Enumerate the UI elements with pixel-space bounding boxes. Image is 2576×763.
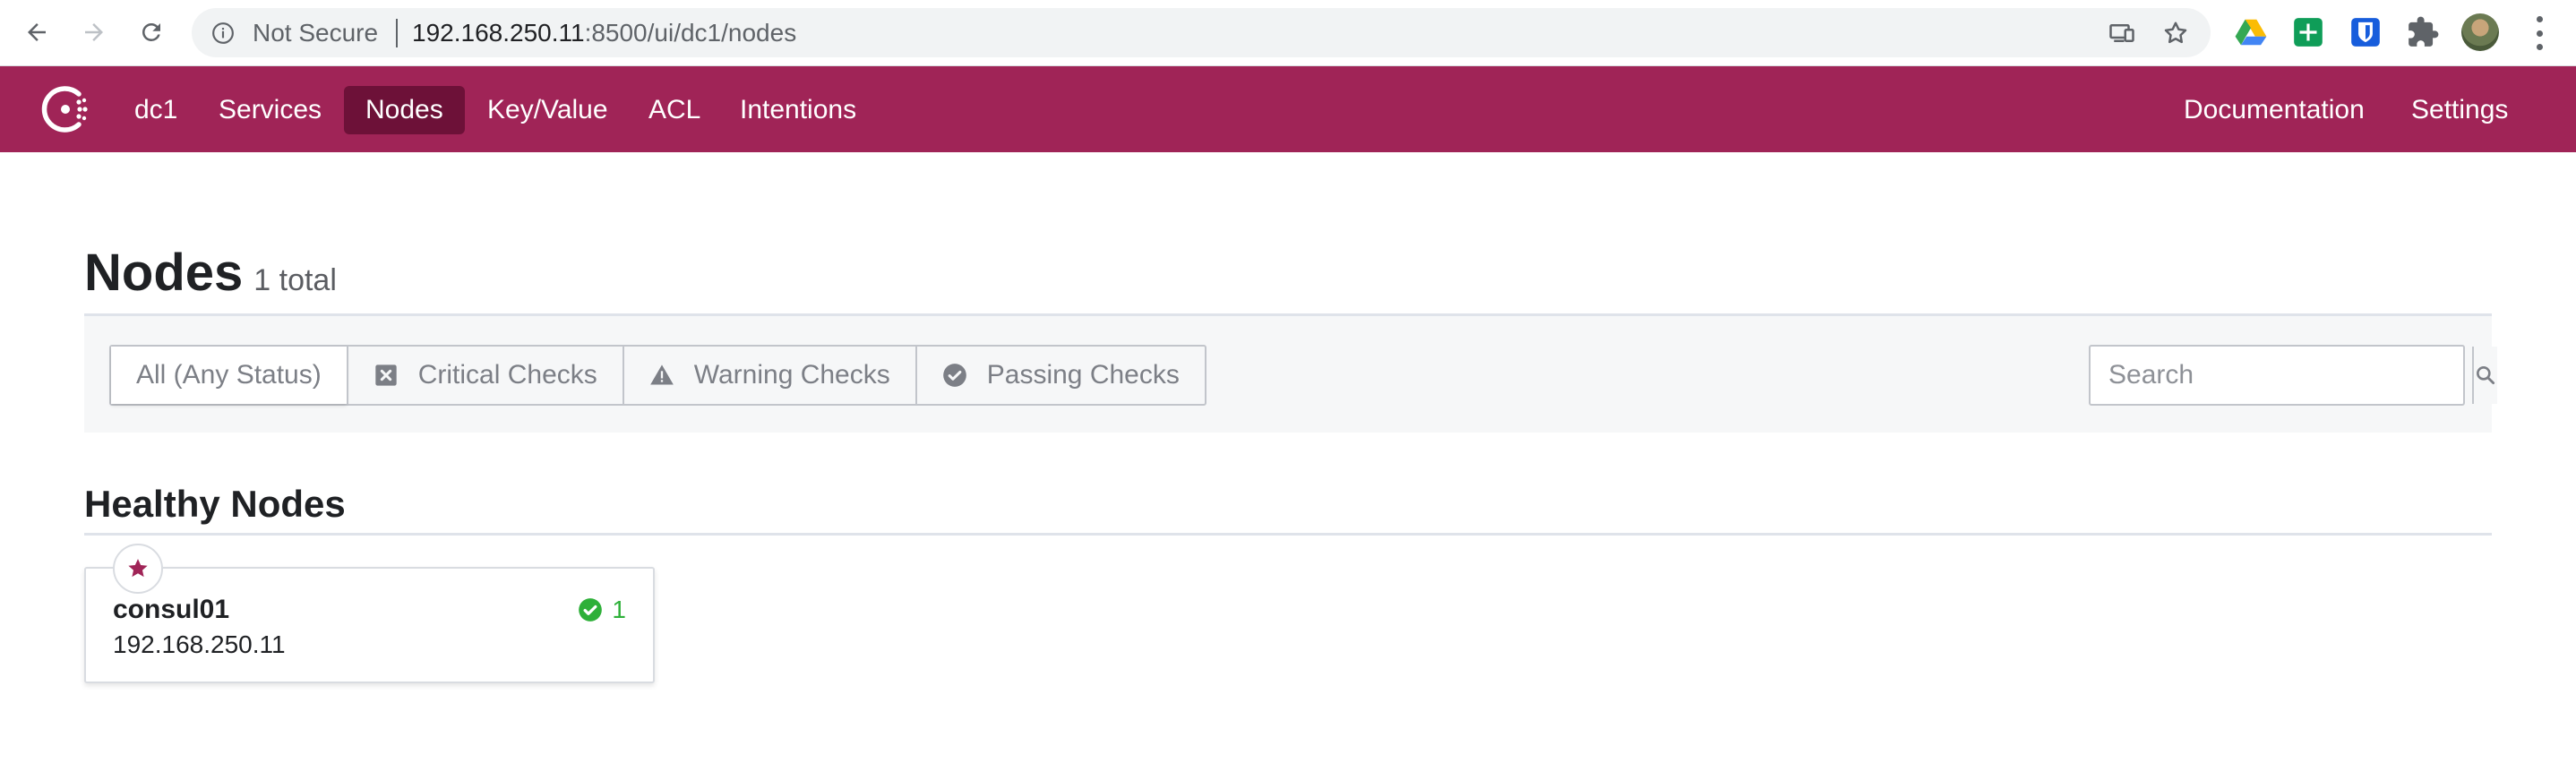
filter-critical-checks[interactable]: Critical Checks [346, 347, 623, 404]
filter-bar: All (Any Status) Critical Checks Warning… [84, 316, 2497, 433]
consul-top-nav: dc1 Services Nodes Key/Value ACL Intenti… [0, 66, 2576, 152]
url-separator [396, 19, 398, 47]
url-host: 192.168.250.11 [412, 19, 585, 47]
filter-warning-checks[interactable]: Warning Checks [622, 347, 915, 404]
info-icon[interactable] [211, 21, 235, 45]
nav-intentions[interactable]: Intentions [718, 86, 878, 134]
security-label[interactable]: Not Secure [253, 20, 378, 47]
search-box [2089, 345, 2497, 406]
password-manager-icon[interactable] [2348, 15, 2383, 49]
consul-logo-icon[interactable] [39, 82, 93, 136]
node-card[interactable]: consul01 192.168.250.11 1 [84, 544, 655, 683]
extensions-puzzle-icon[interactable] [2406, 15, 2440, 49]
node-address: 192.168.250.11 [113, 630, 286, 658]
forward-icon[interactable] [75, 13, 113, 51]
search-icon[interactable] [2472, 347, 2497, 404]
nav-nodes[interactable]: Nodes [344, 86, 465, 134]
address-bar[interactable]: Not Secure 192.168.250.11:8500/ui/dc1/no… [192, 8, 2211, 57]
filter-passing-label: Passing Checks [986, 360, 1180, 390]
critical-x-icon [374, 363, 399, 388]
datacenter-selector[interactable]: dc1 [113, 86, 199, 134]
passing-check-count: 1 [612, 596, 626, 623]
url-text[interactable]: 192.168.250.11:8500/ui/dc1/nodes [412, 20, 796, 47]
filter-passing-checks[interactable]: Passing Checks [914, 347, 1205, 404]
filter-all-status[interactable]: All (Any Status) [111, 347, 347, 404]
reload-icon[interactable] [133, 13, 170, 51]
filter-critical-label: Critical Checks [417, 360, 597, 390]
node-count: 1 total [253, 263, 337, 297]
node-name[interactable]: consul01 [113, 594, 229, 626]
extension-plus-icon[interactable] [2291, 15, 2325, 49]
profile-avatar[interactable] [2461, 13, 2499, 51]
page-title: Nodes 1 total [84, 242, 337, 312]
section-title: Healthy Nodes [84, 483, 346, 525]
google-drive-icon[interactable] [2234, 15, 2268, 49]
nav-key-value[interactable]: Key/Value [466, 86, 630, 134]
passing-check-icon [578, 597, 603, 622]
browser-menu-icon[interactable] [2526, 16, 2553, 50]
filter-all-label: All (Any Status) [136, 360, 322, 390]
passing-check-icon [942, 363, 967, 388]
nav-acl[interactable]: ACL [627, 86, 722, 134]
browser-toolbar: Not Secure 192.168.250.11:8500/ui/dc1/no… [0, 0, 2576, 66]
search-input[interactable] [2091, 347, 2472, 404]
status-filter-tabs: All (Any Status) Critical Checks Warning… [109, 345, 1206, 406]
leader-star-icon [113, 544, 163, 594]
node-health-status: 1 [578, 596, 626, 624]
filter-warning-label: Warning Checks [693, 360, 890, 390]
section-divider [84, 533, 2492, 536]
nav-settings[interactable]: Settings [2390, 86, 2529, 134]
nav-services[interactable]: Services [197, 86, 343, 134]
nav-documentation[interactable]: Documentation [2162, 86, 2386, 134]
url-path: :8500/ui/dc1/nodes [584, 19, 797, 47]
page-title-text: Nodes [84, 244, 244, 302]
bookmark-star-icon[interactable] [2162, 20, 2189, 47]
warning-triangle-icon [649, 363, 674, 388]
install-app-icon[interactable] [2108, 20, 2135, 47]
back-icon[interactable] [18, 13, 56, 51]
